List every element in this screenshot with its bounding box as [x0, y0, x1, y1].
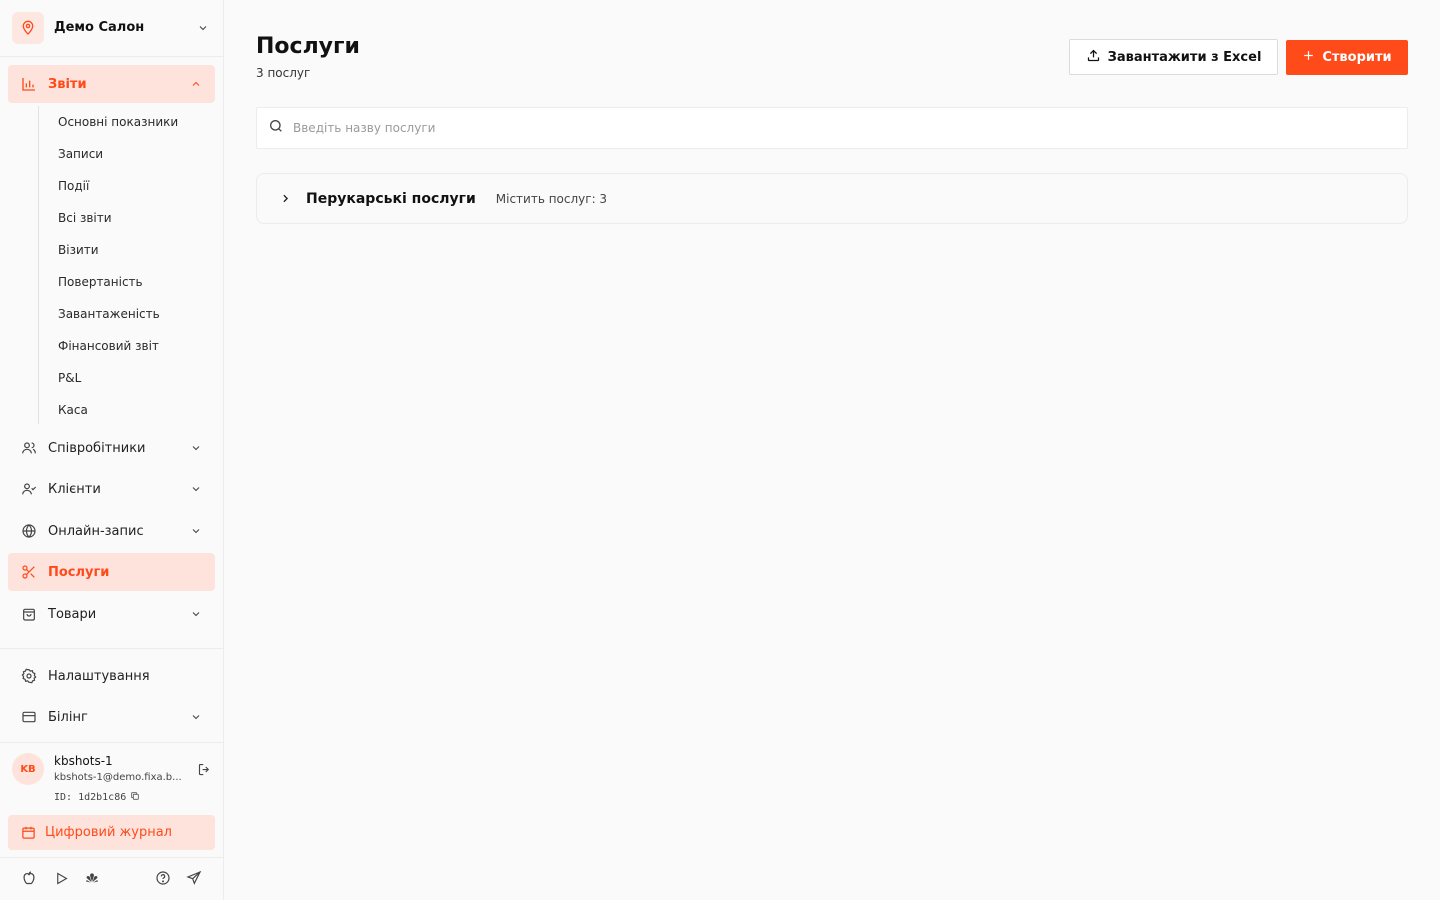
page-title: Послуги	[256, 34, 360, 59]
submenu-item[interactable]: Основні показники	[58, 114, 178, 130]
divider	[0, 648, 223, 649]
user-id: ID: 1d2b1c86	[54, 791, 140, 804]
credit-card-icon	[20, 708, 38, 726]
upload-icon	[1086, 48, 1101, 67]
nav-label: Налаштування	[48, 668, 150, 684]
service-category-row[interactable]: Перукарські послуги Містить послуг: 3	[256, 173, 1408, 224]
nav-settings[interactable]: Налаштування	[8, 657, 215, 695]
globe-icon	[20, 522, 38, 540]
chevron-down-icon	[189, 607, 203, 621]
category-count: Містить послуг: 3	[495, 191, 608, 206]
telegram-icon[interactable]	[185, 869, 203, 887]
chevron-down-icon	[189, 710, 203, 724]
submenu-item[interactable]: Завантаженість	[58, 306, 160, 322]
digital-journal-button[interactable]: Цифровий журнал	[8, 815, 215, 850]
gear-icon	[20, 667, 38, 685]
nav-label: Товари	[48, 606, 97, 622]
nav-goods[interactable]: Товари	[8, 595, 215, 633]
nav-label: Звіти	[48, 76, 87, 92]
divider	[0, 56, 223, 57]
divider	[0, 857, 223, 858]
logout-icon[interactable]	[196, 761, 212, 777]
salon-name: Демо Салон	[54, 20, 145, 35]
search-icon	[268, 118, 284, 138]
nav-online-booking[interactable]: Онлайн-запис	[8, 512, 215, 550]
submenu-item[interactable]: Каса	[58, 402, 88, 418]
user-check-icon	[20, 480, 38, 498]
submenu-item[interactable]: Події	[58, 178, 89, 194]
chevron-down-icon	[196, 21, 210, 35]
avatar: KB	[12, 753, 44, 785]
user-profile: KB kbshots-1 kbshots-1@demo.fixa.b... ID…	[12, 752, 217, 808]
bar-chart-icon	[20, 75, 38, 93]
calendar-icon	[20, 825, 36, 841]
upload-excel-button[interactable]: Завантажити з Excel	[1069, 39, 1278, 75]
chevron-down-icon	[189, 524, 203, 538]
nav-billing[interactable]: Білінг	[8, 698, 215, 736]
user-id-text: ID: 1d2b1c86	[54, 792, 127, 803]
chevron-down-icon	[189, 441, 203, 455]
submenu-guide-line	[38, 106, 39, 424]
submenu-item[interactable]: Фінансовий звіт	[58, 338, 159, 354]
apple-icon[interactable]	[20, 869, 38, 887]
salon-selector[interactable]: Демо Салон	[12, 11, 212, 44]
category-name: Перукарські послуги	[306, 190, 476, 207]
submenu-item[interactable]: Всі звіти	[58, 210, 112, 226]
nav-label: Співробітники	[48, 440, 146, 456]
shopping-bag-icon	[20, 605, 38, 623]
submenu-item[interactable]: P&L	[58, 370, 81, 386]
help-icon[interactable]	[154, 869, 172, 887]
submenu-item[interactable]: Записи	[58, 146, 103, 162]
create-button[interactable]: Створити	[1286, 40, 1408, 75]
search-input[interactable]	[293, 121, 1293, 135]
scissors-icon	[20, 563, 38, 581]
main-content: Послуги 3 послуг Завантажити з Excel Ств…	[224, 0, 1440, 900]
nav-services[interactable]: Послуги	[8, 553, 215, 591]
journal-label: Цифровий журнал	[45, 825, 172, 840]
users-icon	[20, 439, 38, 457]
services-count: 3 послуг	[256, 66, 311, 80]
nav-employees[interactable]: Співробітники	[8, 429, 215, 467]
nav-label: Послуги	[48, 564, 110, 580]
chevron-right-icon[interactable]	[277, 191, 293, 207]
chevron-up-icon	[189, 77, 203, 91]
create-label: Створити	[1322, 50, 1392, 65]
map-pin-icon	[12, 11, 44, 44]
play-icon[interactable]	[52, 869, 70, 887]
submenu-item[interactable]: Візити	[58, 242, 99, 258]
user-name: kbshots-1	[54, 754, 113, 768]
plus-icon	[1302, 49, 1315, 66]
nav-label: Білінг	[48, 709, 88, 725]
sidebar: Демо Салон Звіти Основні показники Запис…	[0, 0, 224, 900]
nav-clients[interactable]: Клієнти	[8, 470, 215, 508]
divider	[0, 742, 223, 743]
copy-icon[interactable]	[130, 791, 140, 804]
user-email: kbshots-1@demo.fixa.b...	[54, 772, 182, 783]
submenu-item[interactable]: Повертаність	[58, 274, 143, 290]
nav-label: Клієнти	[48, 481, 101, 497]
huawei-icon[interactable]	[83, 869, 101, 887]
nav-label: Онлайн-запис	[48, 523, 144, 539]
search-bar	[256, 107, 1408, 149]
chevron-down-icon	[189, 482, 203, 496]
nav-reports[interactable]: Звіти	[8, 65, 215, 103]
upload-excel-label: Завантажити з Excel	[1107, 49, 1262, 65]
